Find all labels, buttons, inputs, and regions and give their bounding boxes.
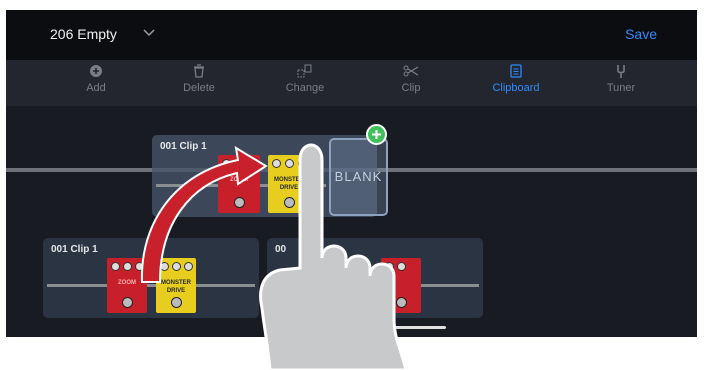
gesture-overlay bbox=[140, 143, 408, 370]
drag-arrow-icon bbox=[140, 146, 268, 283]
hand-pointer-icon bbox=[259, 143, 408, 370]
